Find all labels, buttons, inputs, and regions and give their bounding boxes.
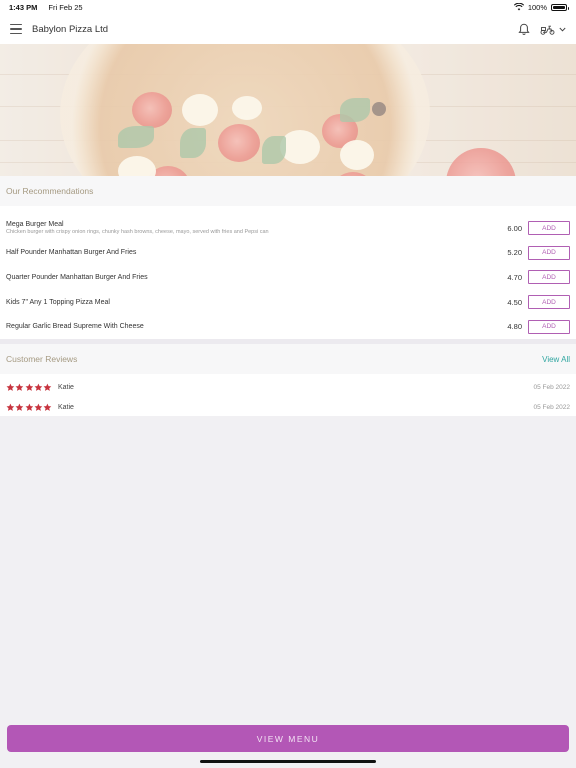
recommendation-item: Mega Burger Meal Chicken burger with cri… bbox=[0, 216, 576, 241]
reviews-header: Customer Reviews View All bbox=[0, 344, 576, 374]
item-name: Kids 7" Any 1 Topping Pizza Meal bbox=[6, 298, 110, 306]
page-title: Babylon Pizza Ltd bbox=[32, 23, 109, 35]
star-icon bbox=[25, 383, 33, 391]
star-icon bbox=[34, 403, 43, 411]
reviewer-name: Katie bbox=[58, 403, 74, 411]
star-rating bbox=[6, 403, 52, 412]
star-icon bbox=[6, 403, 15, 411]
add-button[interactable]: ADD bbox=[528, 270, 570, 285]
recommendation-item: Quarter Pounder Manhattan Burger And Fri… bbox=[0, 265, 576, 290]
battery-icon bbox=[551, 3, 569, 11]
recommendations-title: Our Recommendations bbox=[6, 186, 94, 196]
recommendations-section: Our Recommendations Mega Burger Meal Chi… bbox=[0, 176, 576, 339]
star-icon bbox=[6, 383, 15, 391]
star-icon bbox=[34, 383, 43, 391]
status-date: Fri Feb 25 bbox=[48, 2, 83, 12]
home-indicator bbox=[200, 760, 376, 763]
recommendations-list: Mega Burger Meal Chicken burger with cri… bbox=[0, 206, 576, 339]
item-name: Quarter Pounder Manhattan Burger And Fri… bbox=[6, 273, 148, 281]
review-item: Katie 05 Feb 2022 bbox=[0, 377, 576, 397]
star-icon bbox=[25, 403, 33, 411]
view-menu-button[interactable]: VIEW MENU bbox=[7, 725, 569, 752]
review-date: 05 Feb 2022 bbox=[533, 403, 570, 411]
wifi-icon bbox=[513, 3, 524, 11]
item-price: 5.20 bbox=[507, 248, 522, 258]
star-icon bbox=[15, 403, 24, 411]
add-button[interactable]: ADD bbox=[528, 221, 570, 236]
item-name: Mega Burger Meal bbox=[6, 221, 64, 229]
menu-icon[interactable] bbox=[10, 24, 22, 34]
reviewer-name: Katie bbox=[58, 383, 74, 391]
recommendation-item: Kids 7" Any 1 Topping Pizza Meal 4.50 AD… bbox=[0, 290, 576, 315]
item-price: 4.70 bbox=[507, 272, 522, 282]
reviews-section: Customer Reviews View All Katie 05 Feb 2… bbox=[0, 344, 576, 416]
battery-percent: 100% bbox=[527, 2, 547, 12]
star-icon bbox=[43, 403, 52, 411]
top-nav: Babylon Pizza Ltd bbox=[0, 14, 576, 44]
bell-icon[interactable] bbox=[518, 23, 530, 36]
status-left: 1:43 PM Fri Feb 25 bbox=[9, 3, 83, 12]
item-name: Regular Garlic Bread Supreme With Cheese bbox=[6, 323, 144, 331]
add-button[interactable]: ADD bbox=[528, 245, 570, 260]
delivery-mode-selector[interactable] bbox=[540, 24, 566, 35]
reviews-list: Katie 05 Feb 2022 Katie 05 Feb 2022 bbox=[0, 374, 576, 417]
item-price: 6.00 bbox=[507, 223, 522, 233]
recommendation-item: Half Pounder Manhattan Burger And Fries … bbox=[0, 241, 576, 266]
star-icon bbox=[43, 383, 52, 391]
scooter-icon bbox=[540, 25, 555, 35]
star-icon bbox=[15, 383, 24, 391]
add-button[interactable]: ADD bbox=[528, 295, 570, 310]
status-time: 1:43 PM bbox=[9, 2, 38, 12]
star-rating bbox=[6, 383, 52, 392]
item-description: Chicken burger with crispy onion rings, … bbox=[6, 229, 269, 236]
item-price: 4.50 bbox=[507, 297, 522, 307]
nav-actions bbox=[518, 23, 566, 36]
add-button[interactable]: ADD bbox=[528, 319, 570, 334]
item-price: 4.80 bbox=[507, 322, 522, 332]
chevron-down-icon bbox=[559, 27, 566, 32]
status-bar: 1:43 PM Fri Feb 25 100% bbox=[0, 0, 576, 14]
recommendations-header: Our Recommendations bbox=[0, 176, 576, 206]
recommendation-item: Regular Garlic Bread Supreme With Cheese… bbox=[0, 314, 576, 339]
item-name: Half Pounder Manhattan Burger And Fries bbox=[6, 249, 137, 257]
review-item: Katie 05 Feb 2022 bbox=[0, 397, 576, 417]
reviews-title: Customer Reviews bbox=[6, 354, 78, 364]
view-all-link[interactable]: View All bbox=[542, 355, 570, 364]
hero-pizza-image bbox=[0, 44, 576, 176]
review-date: 05 Feb 2022 bbox=[533, 383, 570, 391]
status-right: 100% bbox=[513, 2, 569, 12]
